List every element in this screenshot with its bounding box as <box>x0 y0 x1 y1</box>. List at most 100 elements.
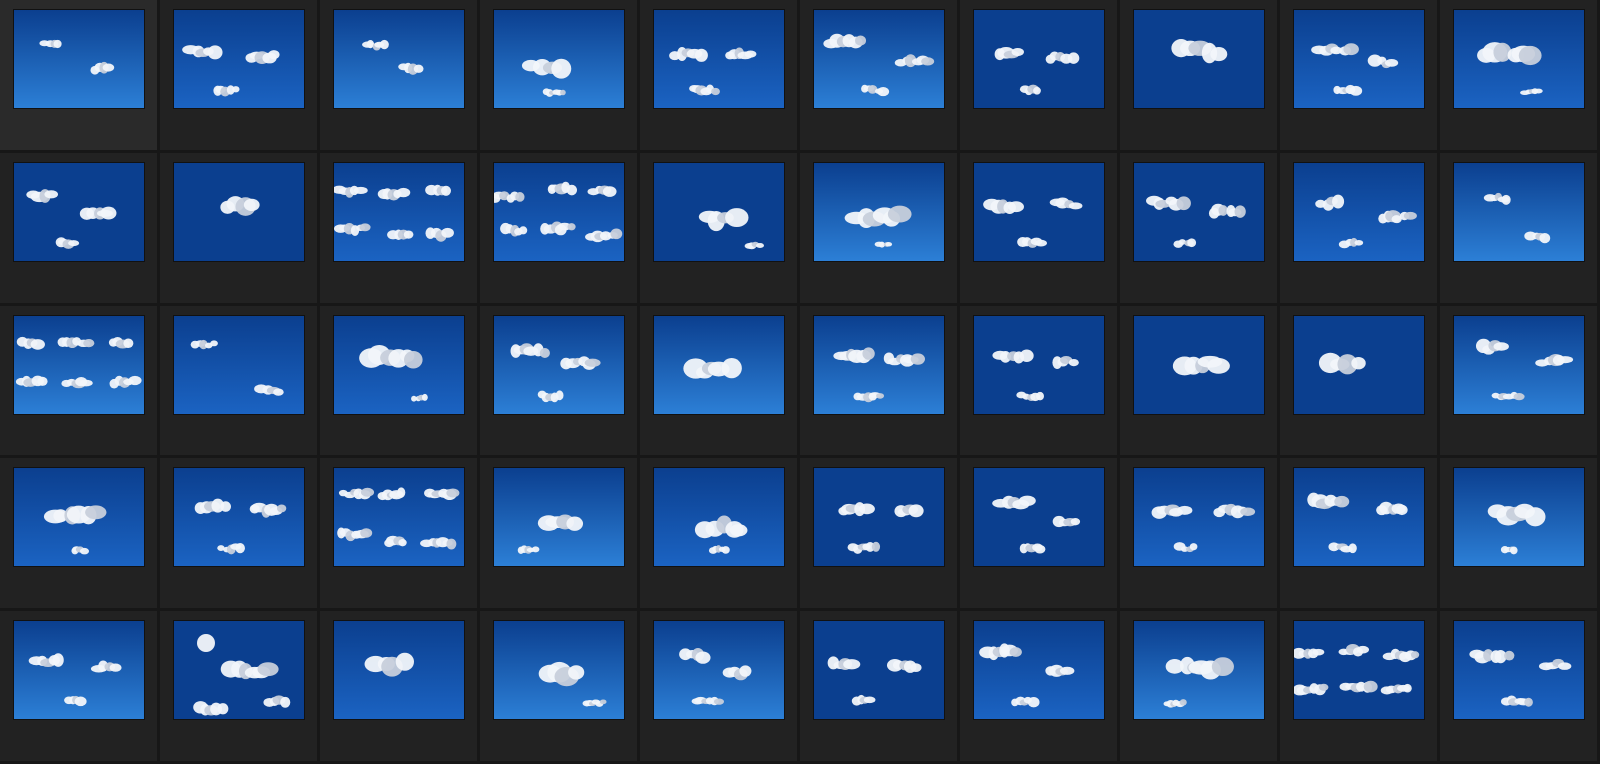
thumbnail-cell[interactable] <box>160 305 320 459</box>
sky-photo-thumbnail[interactable] <box>173 315 304 414</box>
sky-photo-thumbnail[interactable] <box>813 621 944 720</box>
sky-photo-thumbnail[interactable] <box>1293 162 1424 261</box>
sky-photo-thumbnail[interactable] <box>813 315 944 414</box>
sky-photo-thumbnail[interactable] <box>973 10 1104 108</box>
thumbnail-cell[interactable] <box>1280 458 1440 612</box>
thumbnail-cell[interactable] <box>0 305 160 459</box>
thumbnail-cell[interactable] <box>480 611 640 764</box>
sky-photo-thumbnail[interactable] <box>653 315 784 414</box>
thumbnail-cell[interactable] <box>160 458 320 612</box>
sky-photo-thumbnail[interactable] <box>973 468 1104 567</box>
thumbnail-cell[interactable] <box>960 305 1120 459</box>
thumbnail-cell[interactable] <box>640 611 800 764</box>
thumbnail-cell[interactable] <box>1440 152 1600 306</box>
thumbnail-cell[interactable] <box>1120 611 1280 764</box>
thumbnail-cell[interactable] <box>320 305 480 459</box>
thumbnail-cell[interactable] <box>1440 305 1600 459</box>
thumbnail-cell[interactable] <box>800 152 960 306</box>
sky-photo-thumbnail[interactable] <box>1133 162 1264 261</box>
thumbnail-cell[interactable] <box>320 458 480 612</box>
thumbnail-cell[interactable] <box>1280 152 1440 306</box>
sky-photo-thumbnail[interactable] <box>493 468 624 567</box>
thumbnail-cell[interactable] <box>320 611 480 764</box>
sky-photo-thumbnail[interactable] <box>1133 10 1264 108</box>
thumbnail-cell[interactable] <box>960 458 1120 612</box>
sky-photo-thumbnail[interactable] <box>653 468 784 567</box>
thumbnail-cell[interactable] <box>960 152 1120 306</box>
sky-photo-thumbnail[interactable] <box>333 468 464 567</box>
sky-photo-thumbnail[interactable] <box>1133 468 1264 567</box>
thumbnail-cell[interactable] <box>1440 611 1600 764</box>
sky-photo-thumbnail[interactable] <box>13 621 144 720</box>
sky-photo-thumbnail[interactable] <box>813 162 944 261</box>
thumbnail-cell[interactable] <box>0 458 160 612</box>
sky-photo-thumbnail[interactable] <box>973 621 1104 720</box>
thumbnail-cell[interactable] <box>960 611 1120 764</box>
sky-photo-thumbnail[interactable] <box>1133 315 1264 414</box>
sky-photo-thumbnail[interactable] <box>493 162 624 261</box>
sky-photo-thumbnail[interactable] <box>173 10 304 108</box>
sky-photo-thumbnail[interactable] <box>1453 10 1584 108</box>
sky-photo-thumbnail[interactable] <box>493 315 624 414</box>
thumbnail-cell[interactable] <box>1280 611 1440 764</box>
thumbnail-cell[interactable] <box>640 458 800 612</box>
sky-photo-thumbnail[interactable] <box>13 315 144 414</box>
thumbnail-cell[interactable] <box>960 0 1120 153</box>
sky-photo-thumbnail[interactable] <box>333 162 464 261</box>
thumbnail-cell[interactable] <box>1120 458 1280 612</box>
thumbnail-cell[interactable] <box>320 0 480 153</box>
sky-photo-thumbnail[interactable] <box>1453 621 1584 720</box>
thumbnail-cell[interactable] <box>640 305 800 459</box>
sky-photo-thumbnail[interactable] <box>493 10 624 108</box>
thumbnail-cell[interactable] <box>1440 0 1600 153</box>
sky-photo-thumbnail[interactable] <box>1293 315 1424 414</box>
sky-photo-thumbnail[interactable] <box>653 10 784 108</box>
thumbnail-cell[interactable] <box>480 305 640 459</box>
thumbnail-cell[interactable] <box>1120 0 1280 153</box>
sky-photo-thumbnail[interactable] <box>333 315 464 414</box>
thumbnail-cell[interactable] <box>160 611 320 764</box>
sky-photo-thumbnail[interactable] <box>973 162 1104 261</box>
thumbnail-cell[interactable] <box>480 0 640 153</box>
sky-photo-thumbnail[interactable] <box>973 315 1104 414</box>
thumbnail-cell[interactable] <box>800 458 960 612</box>
sky-photo-thumbnail[interactable] <box>493 621 624 720</box>
sky-photo-thumbnail[interactable] <box>173 468 304 567</box>
thumbnail-cell[interactable] <box>800 305 960 459</box>
sky-photo-thumbnail[interactable] <box>13 468 144 567</box>
sky-photo-thumbnail[interactable] <box>13 10 144 108</box>
thumbnail-cell[interactable] <box>0 611 160 764</box>
sky-photo-thumbnail[interactable] <box>653 621 784 720</box>
sky-photo-thumbnail[interactable] <box>813 468 944 567</box>
thumbnail-cell[interactable] <box>1120 305 1280 459</box>
thumbnail-cell[interactable] <box>0 152 160 306</box>
sky-photo-thumbnail[interactable] <box>1293 621 1424 720</box>
thumbnail-cell[interactable] <box>1280 0 1440 153</box>
thumbnail-cell[interactable] <box>1120 152 1280 306</box>
sky-photo-thumbnail[interactable] <box>173 162 304 261</box>
thumbnail-cell[interactable] <box>160 152 320 306</box>
thumbnail-cell[interactable] <box>320 152 480 306</box>
sky-photo-thumbnail[interactable] <box>813 10 944 108</box>
thumbnail-cell[interactable] <box>1440 458 1600 612</box>
sky-photo-thumbnail[interactable] <box>1453 468 1584 567</box>
sky-photo-thumbnail[interactable] <box>333 621 464 720</box>
thumbnail-cell[interactable] <box>640 152 800 306</box>
thumbnail-cell[interactable] <box>640 0 800 153</box>
thumbnail-cell[interactable] <box>1280 305 1440 459</box>
thumbnail-cell[interactable] <box>480 458 640 612</box>
sky-photo-thumbnail[interactable] <box>333 10 464 108</box>
thumbnail-cell[interactable] <box>160 0 320 153</box>
sky-photo-thumbnail[interactable] <box>1453 315 1584 414</box>
sky-photo-thumbnail[interactable] <box>1453 162 1584 261</box>
thumbnail-cell[interactable] <box>800 0 960 153</box>
thumbnail-cell[interactable] <box>800 611 960 764</box>
sky-photo-thumbnail[interactable] <box>173 621 304 720</box>
sky-photo-thumbnail[interactable] <box>1133 621 1264 720</box>
sky-photo-thumbnail[interactable] <box>1293 10 1424 108</box>
sky-photo-thumbnail[interactable] <box>1293 468 1424 567</box>
sky-photo-thumbnail[interactable] <box>13 162 144 261</box>
thumbnail-cell[interactable] <box>480 152 640 306</box>
thumbnail-cell[interactable] <box>0 0 160 153</box>
sky-photo-thumbnail[interactable] <box>653 162 784 261</box>
